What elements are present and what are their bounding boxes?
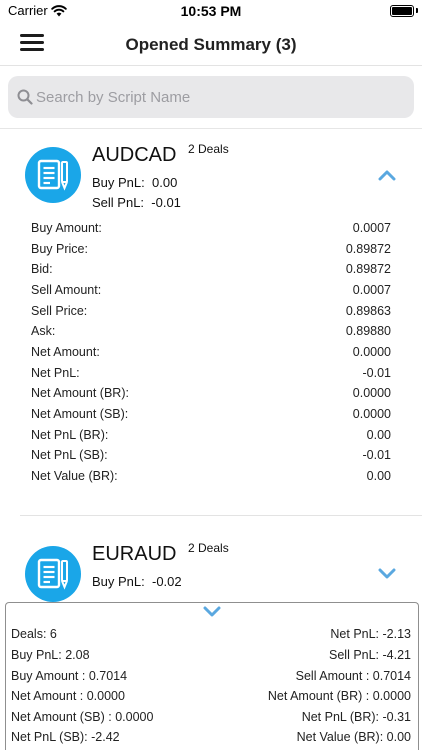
detail-value: 0.00 [366,428,391,442]
detail-value: 0.0000 [352,386,391,400]
detail-value: 0.89863 [345,304,391,318]
summary-left-value: Net Amount (SB) : 0.0000 [11,710,154,724]
detail-row: Net PnL (SB): -0.01 [31,448,391,468]
sell-pnl: Sell PnL: -0.01 [92,195,181,210]
script-symbol[interactable]: AUDCAD [92,144,176,167]
summary-right-value: Sell Amount : 0.7014 [295,669,411,683]
detail-row: Net Value (BR): 0.00 [31,469,391,489]
detail-row: Buy Price: 0.89872 [31,242,391,262]
detail-label: Bid: [31,262,53,276]
summary-right-value: Net Amount (BR) : 0.0000 [267,689,411,703]
detail-value: 0.00 [366,469,391,483]
summary-row: Buy PnL: 2.08 Sell PnL: -4.21 [11,648,411,668]
summary-left-value: Net PnL (SB): -2.42 [11,730,120,744]
detail-value: 0.89872 [345,262,391,276]
nav-bar: Opened Summary (3) [0,24,422,66]
detail-label: Ask: [31,324,56,338]
detail-value: 0.0007 [352,283,391,297]
detail-row: Buy Amount: 0.0007 [31,221,391,241]
divider [0,128,422,129]
search-input[interactable] [36,76,406,118]
summary-left-value: Buy Amount : 0.7014 [11,669,128,683]
detail-value: -0.01 [362,448,392,462]
detail-value: 0.89880 [345,324,391,338]
summary-row: Buy Amount : 0.7014 Sell Amount : 0.7014 [11,669,411,689]
summary-row: Net Amount : 0.0000 Net Amount (BR) : 0.0… [11,689,411,709]
detail-row: Bid: 0.89872 [31,262,391,282]
battery-icon [390,5,414,17]
card-separator [20,515,422,516]
detail-value: 0.0000 [352,407,391,421]
summary-panel: Deals: 6 Net PnL: -2.13 Buy PnL: 2.08 Sell… [5,602,419,750]
clock: 10:53 PM [180,3,242,19]
detail-row: Net Amount (SB): 0.0000 [31,407,391,427]
deals-count: 2 Deals [188,541,229,555]
chevron-down-icon[interactable] [202,606,222,618]
chevron-up-icon[interactable] [377,168,397,182]
summary-left-value: Deals: 6 [11,627,57,641]
detail-value: 0.0007 [352,221,391,235]
search-bar [8,76,414,118]
summary-row: Net PnL (SB): -2.42 Net Value (BR): 0.00 [11,730,411,750]
script-symbol[interactable]: EURAUD [92,543,176,566]
summary-row: Net Amount (SB) : 0.0000 Net PnL (BR): -0… [11,710,411,730]
detail-row: Net Amount (BR): 0.0000 [31,386,391,406]
detail-row: Net PnL (BR): 0.00 [31,428,391,448]
buy-pnl-label: Buy PnL: [92,574,145,589]
detail-label: Sell Price: [31,304,88,318]
status-bar: Carrier 10:53 PM [0,0,422,24]
detail-label: Net Amount (BR): [31,386,129,400]
detail-label: Sell Amount: [31,283,102,297]
summary-right-value: Net PnL (BR): -0.31 [301,710,411,724]
detail-label: Buy Amount: [31,221,102,235]
buy-pnl-label: Buy PnL: [92,175,145,190]
detail-row: Ask: 0.89880 [31,324,391,344]
detail-value: 0.89872 [345,242,391,256]
battery-tip [416,8,418,13]
detail-label: Net PnL (SB): [31,448,108,462]
sell-pnl-value: -0.01 [151,195,181,210]
buy-pnl-value: 0.00 [152,175,178,190]
summary-left-value: Buy PnL: 2.08 [11,648,90,662]
detail-row: Net Amount: 0.0000 [31,345,391,365]
chevron-down-icon[interactable] [377,567,397,581]
summary-right-value: Sell PnL: -4.21 [329,648,411,662]
buy-pnl-value: -0.02 [152,574,182,589]
detail-label: Net Amount (SB): [31,407,129,421]
sell-pnl-label: Sell PnL: [92,195,145,210]
buy-pnl: Buy PnL: -0.02 [92,574,182,589]
detail-label: Buy Price: [31,242,88,256]
summary-right-value: Net PnL: -2.13 [330,627,411,641]
detail-label: Net PnL: [31,366,80,380]
detail-row: Sell Price: 0.89863 [31,304,391,324]
script-document-icon [25,147,81,203]
detail-row: Net PnL: -0.01 [31,366,391,386]
detail-label: Net Value (BR): [31,469,118,483]
detail-value: 0.0000 [352,345,391,359]
page-title: Opened Summary (3) [125,35,297,54]
summary-row: Deals: 6 Net PnL: -2.13 [11,627,411,647]
search-icon [17,89,33,105]
summary-right-value: Net Value (BR): 0.00 [296,730,411,744]
deals-count: 2 Deals [188,142,229,156]
buy-pnl: Buy PnL: 0.00 [92,175,177,190]
detail-row: Sell Amount: 0.0007 [31,283,391,303]
script-document-icon [25,546,81,602]
detail-label: Net Amount: [31,345,100,359]
summary-left-value: Net Amount : 0.0000 [11,689,125,703]
detail-value: -0.01 [362,366,392,380]
detail-label: Net PnL (BR): [31,428,109,442]
